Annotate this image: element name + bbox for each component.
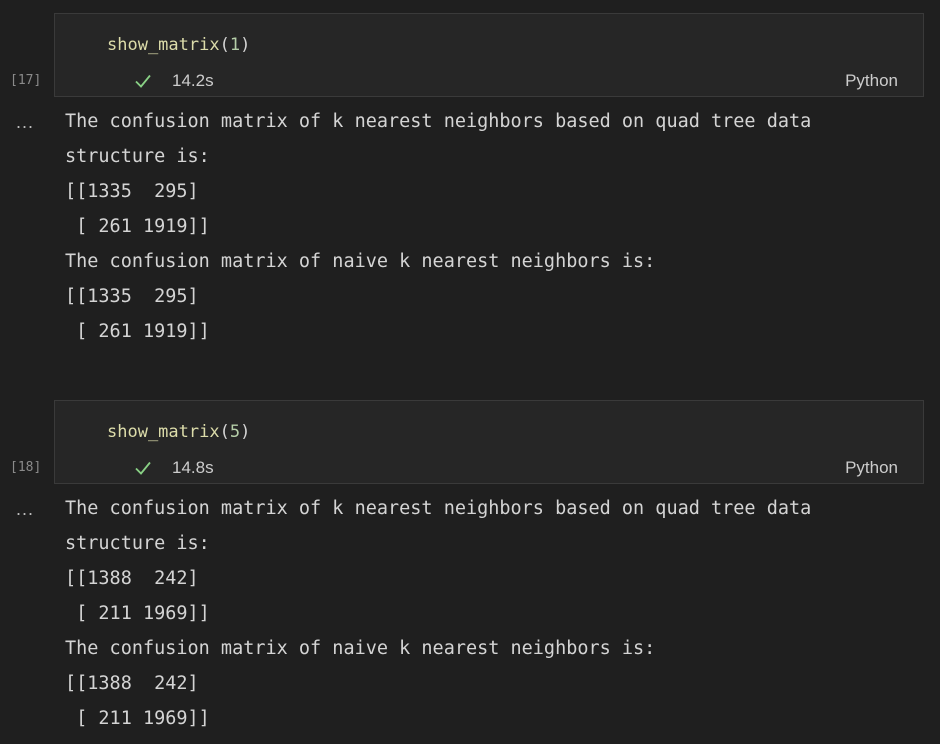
execution-count: [18] bbox=[10, 460, 42, 475]
code-close-paren: ) bbox=[240, 422, 251, 442]
output-line: [ 261 1919]] bbox=[65, 321, 210, 342]
cell-language-picker[interactable]: Python bbox=[845, 458, 898, 478]
execution-count: [17] bbox=[10, 73, 42, 88]
output-line: The confusion matrix of k nearest neighb… bbox=[65, 498, 812, 519]
ellipsis-icon[interactable]: ... bbox=[16, 112, 34, 133]
cell-output: The confusion matrix of k nearest neighb… bbox=[65, 491, 811, 736]
ellipsis-icon[interactable]: ... bbox=[16, 499, 34, 520]
output-line: [[1388 242] bbox=[65, 673, 199, 694]
check-icon bbox=[135, 461, 151, 475]
code-editor[interactable]: show_matrix(1) 14.2s Python bbox=[54, 13, 924, 97]
code-editor[interactable]: show_matrix(5) 14.8s Python bbox=[54, 400, 924, 484]
output-line: [[1388 242] bbox=[65, 568, 199, 589]
code-argument: 1 bbox=[229, 35, 241, 55]
code-function-name: show_matrix bbox=[107, 35, 220, 55]
execution-duration: 14.8s bbox=[172, 458, 214, 477]
output-line: The confusion matrix of naive k nearest … bbox=[65, 638, 656, 659]
output-line: [[1335 295] bbox=[65, 286, 199, 307]
output-line: [ 261 1919]] bbox=[65, 216, 210, 237]
execution-duration: 14.2s bbox=[172, 71, 214, 90]
cell-language-picker[interactable]: Python bbox=[845, 71, 898, 91]
code-line[interactable]: show_matrix(1) bbox=[107, 34, 250, 56]
code-close-paren: ) bbox=[240, 35, 251, 55]
code-open-paren: ( bbox=[219, 422, 230, 442]
code-function-name: show_matrix bbox=[107, 422, 220, 442]
output-line: The confusion matrix of k nearest neighb… bbox=[65, 111, 812, 132]
check-icon bbox=[135, 74, 151, 88]
code-open-paren: ( bbox=[219, 35, 230, 55]
cell-status: 14.2s bbox=[134, 71, 214, 91]
output-line: The confusion matrix of naive k nearest … bbox=[65, 251, 656, 272]
output-line: [ 211 1969]] bbox=[65, 708, 210, 729]
code-argument: 5 bbox=[229, 422, 241, 442]
code-line[interactable]: show_matrix(5) bbox=[107, 421, 250, 443]
output-line: structure is: bbox=[65, 146, 210, 167]
output-line: [[1335 295] bbox=[65, 181, 199, 202]
cell-status: 14.8s bbox=[134, 458, 214, 478]
cell-output: The confusion matrix of k nearest neighb… bbox=[65, 104, 811, 349]
output-line: structure is: bbox=[65, 533, 210, 554]
output-line: [ 211 1969]] bbox=[65, 603, 210, 624]
